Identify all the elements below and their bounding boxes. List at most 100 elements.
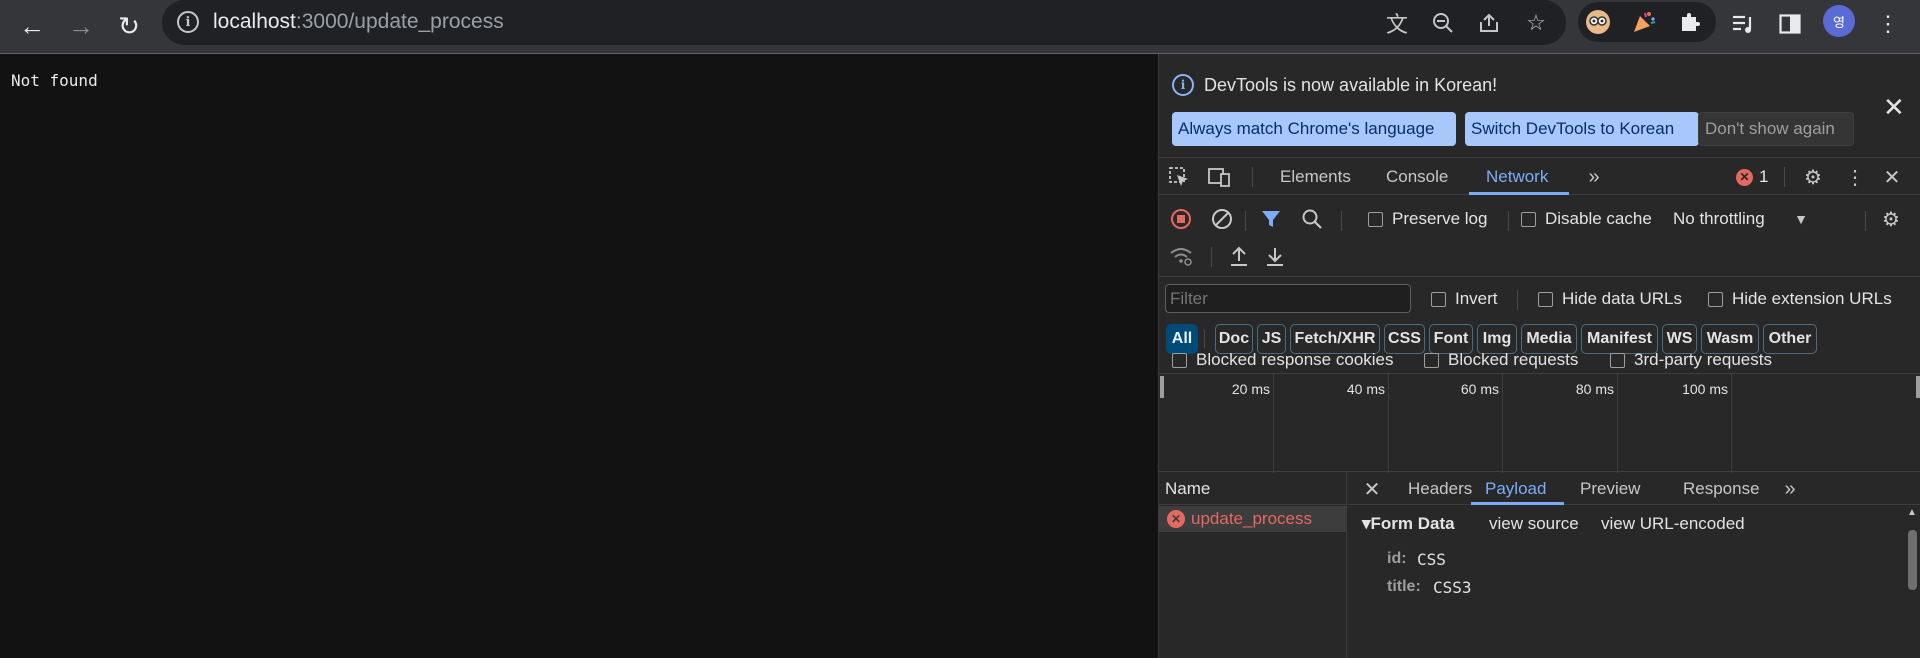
page-message: Not found (11, 71, 98, 90)
form-data-section-toggle[interactable]: ▾Form Data (1362, 514, 1455, 534)
filter-input[interactable] (1165, 284, 1411, 313)
disable-cache-label: Disable cache (1545, 209, 1652, 228)
form-field-key: title: (1387, 578, 1421, 595)
address-bar[interactable]: i localhost:3000/update_process 文 ☆ (162, 0, 1566, 45)
timeline-gridline (1731, 374, 1732, 473)
tab-console[interactable]: Console (1386, 167, 1448, 187)
forward-button[interactable]: → (61, 6, 101, 46)
blocked-response-cookies-label: Blocked response cookies (1196, 350, 1394, 369)
tab-elements[interactable]: Elements (1280, 167, 1351, 187)
network-settings-icon[interactable]: ⚙ (1877, 205, 1905, 233)
url-path: :3000/update_process (295, 10, 504, 33)
import-har-icon[interactable] (1225, 242, 1253, 270)
tab-payload[interactable]: Payload (1485, 479, 1546, 499)
timeline-overview[interactable]: 20 ms 40 ms 60 ms 80 ms 100 ms (1159, 373, 1920, 473)
form-field-value: CSS3 (1433, 578, 1472, 597)
separator (1341, 211, 1342, 231)
always-match-language-button[interactable]: Always match Chrome's language (1172, 112, 1456, 146)
share-icon[interactable] (1475, 9, 1503, 37)
separator (1784, 167, 1785, 187)
tab-response[interactable]: Response (1683, 479, 1760, 499)
throttling-select[interactable]: No throttling (1673, 209, 1765, 229)
tab-preview[interactable]: Preview (1580, 479, 1640, 499)
site-info-icon[interactable]: i (177, 11, 199, 33)
timeline-label: 60 ms (1460, 381, 1499, 397)
extension-avatar-icon[interactable] (1580, 4, 1616, 40)
devtools-menu-icon[interactable]: ⋮ (1841, 163, 1869, 191)
url-text[interactable]: localhost:3000/update_process (213, 10, 504, 34)
separator (1245, 211, 1246, 231)
checkbox-box (1521, 211, 1536, 227)
third-party-requests-checkbox[interactable]: 3rd-party requests (1610, 350, 1772, 370)
reload-button[interactable]: ↻ (109, 6, 149, 46)
blocked-response-cookies-checkbox[interactable]: Blocked response cookies (1172, 350, 1394, 370)
party-popper-icon[interactable] (1626, 4, 1662, 40)
url-host: localhost (213, 10, 296, 33)
close-devtools-icon[interactable]: ✕ (1878, 163, 1906, 191)
request-detail-pane: ✕ Headers Payload Preview Response » ▾Fo… (1348, 472, 1920, 658)
settings-gear-icon[interactable]: ⚙ (1799, 163, 1827, 191)
error-counter[interactable]: ✕ 1 (1736, 167, 1768, 187)
export-har-icon[interactable] (1261, 242, 1289, 270)
active-tab-indicator (1469, 192, 1569, 195)
throttling-value: No throttling (1673, 209, 1765, 228)
preserve-log-label: Preserve log (1392, 209, 1488, 228)
inspect-element-icon[interactable] (1165, 163, 1193, 191)
blocked-requests-checkbox[interactable]: Blocked requests (1424, 350, 1578, 370)
scroll-up-icon[interactable]: ▲ (1904, 504, 1920, 520)
back-button[interactable]: ← (12, 6, 52, 46)
invert-label: Invert (1455, 289, 1498, 308)
disable-cache-checkbox[interactable]: Disable cache (1521, 209, 1652, 229)
device-toolbar-icon[interactable] (1205, 163, 1233, 191)
view-source-link[interactable]: view source (1489, 514, 1579, 534)
view-url-encoded-link[interactable]: view URL-encoded (1601, 514, 1745, 534)
infobar-close-icon[interactable]: ✕ (1883, 92, 1905, 123)
zoom-out-icon[interactable] (1429, 9, 1457, 37)
scrollbar-thumb[interactable] (1908, 530, 1917, 590)
language-infobar: i DevTools is now available in Korean! ✕… (1159, 54, 1920, 158)
bookmark-star-icon[interactable]: ☆ (1522, 9, 1550, 37)
preserve-log-checkbox[interactable]: Preserve log (1368, 209, 1487, 229)
clear-icon[interactable] (1208, 205, 1236, 233)
close-detail-icon[interactable]: ✕ (1358, 475, 1386, 503)
record-stop-icon[interactable] (1167, 205, 1195, 233)
network-conditions-icon[interactable] (1167, 242, 1195, 270)
search-icon[interactable] (1298, 205, 1326, 233)
checkbox-box (1610, 352, 1625, 368)
timeline-label: 20 ms (1231, 381, 1270, 397)
detail-scrollbar[interactable]: ▲ (1904, 507, 1920, 658)
checkbox-box (1538, 291, 1553, 307)
more-tabs-icon[interactable]: » (1776, 475, 1804, 503)
hide-data-urls-checkbox[interactable]: Hide data URLs (1538, 289, 1682, 309)
name-column-header[interactable]: Name (1159, 472, 1347, 505)
profile-avatar[interactable]: 영 (1823, 5, 1855, 37)
chevron-down-icon[interactable]: ▼ (1787, 205, 1815, 233)
hide-extension-urls-checkbox[interactable]: Hide extension URLs (1708, 289, 1892, 309)
checkbox-box (1431, 291, 1446, 307)
form-field-key: id: (1387, 550, 1407, 567)
filter-funnel-icon[interactable] (1257, 205, 1285, 233)
dont-show-again-button[interactable]: Don't show again (1698, 112, 1854, 146)
tab-headers[interactable]: Headers (1408, 479, 1472, 499)
timeline-handle-right[interactable] (1916, 376, 1920, 398)
separator (1865, 211, 1866, 231)
browser-toolbar: ← → ↻ i localhost:3000/update_process 文 … (0, 0, 1920, 53)
side-panel-icon[interactable] (1772, 6, 1808, 42)
checkbox-box (1172, 352, 1187, 368)
page-content: Not found (0, 54, 1158, 658)
timeline-gridline (1388, 374, 1389, 473)
translate-icon[interactable]: 文 (1383, 9, 1411, 37)
invert-checkbox[interactable]: Invert (1431, 289, 1498, 309)
extensions-puzzle-icon[interactable] (1672, 4, 1708, 40)
devtools-panel: i DevTools is now available in Korean! ✕… (1158, 54, 1920, 658)
switch-to-korean-button[interactable]: Switch DevTools to Korean (1465, 112, 1699, 146)
row-divider (1159, 276, 1920, 277)
request-row[interactable]: ✕ update_process (1159, 506, 1347, 532)
timeline-handle-left[interactable] (1160, 376, 1164, 398)
tab-network[interactable]: Network (1486, 167, 1548, 187)
media-queue-icon[interactable] (1725, 6, 1761, 42)
separator (1204, 330, 1205, 348)
more-tabs-icon[interactable]: » (1580, 163, 1608, 191)
chrome-menu-icon[interactable]: ⋮ (1870, 6, 1906, 42)
checkbox-box (1708, 291, 1723, 307)
